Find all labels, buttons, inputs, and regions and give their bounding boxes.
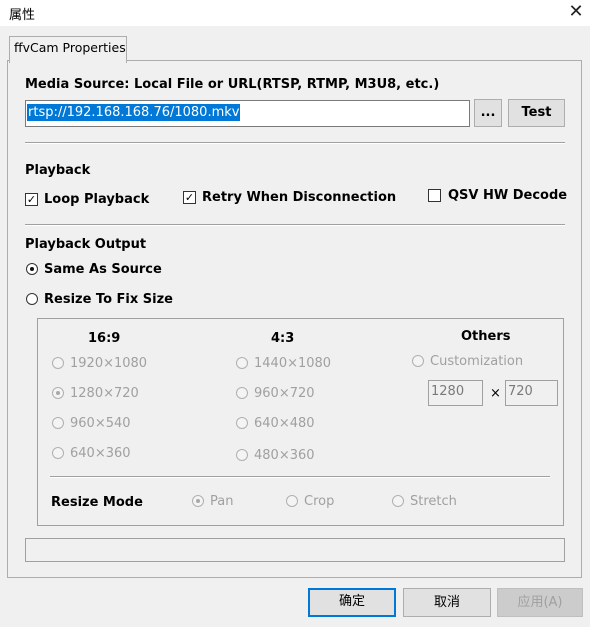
title-bar [0,0,590,26]
option-1440x1080: 1440×1080 [254,356,332,371]
separator [50,476,550,478]
option-1920x1080: 1920×1080 [70,356,148,371]
tab-label: ffvCam Properties [14,40,126,55]
close-icon[interactable]: ✕ [566,1,586,23]
option-640x480: 640×480 [254,416,315,431]
cancel-button[interactable]: 取消 [403,588,491,617]
custom-height-input[interactable]: 720 [505,380,558,406]
mode-crop-label: Crop [304,494,335,509]
window-title: 属性 [9,8,36,23]
separator [25,224,565,226]
radio-1280x720[interactable] [52,387,64,399]
radio-stretch[interactable] [392,495,404,507]
retry-checkbox[interactable]: ✓ [183,191,196,204]
url-input-value: rtsp://192.168.168.76/1080.mkv [27,104,241,121]
times-sign: × [490,386,501,401]
col-others-heading: Others [461,329,511,344]
same-as-source-label: Same As Source [44,262,162,277]
browse-button[interactable]: ... [474,99,502,127]
resize-mode-label: Resize Mode [51,495,143,510]
mode-stretch-label: Stretch [410,494,457,509]
same-as-source-radio[interactable] [26,263,38,275]
option-960x540: 960×540 [70,416,131,431]
apply-button[interactable]: 应用(A) [497,588,583,617]
radio-480x360[interactable] [236,449,248,461]
status-box [25,538,565,562]
option-1280x720: 1280×720 [70,386,139,401]
option-960x720: 960×720 [254,386,315,401]
radio-960x720[interactable] [236,387,248,399]
radio-pan[interactable] [192,495,204,507]
ok-button[interactable]: 确定 [308,588,396,617]
custom-width-input[interactable]: 1280 [428,380,483,406]
mode-pan-label: Pan [210,494,234,509]
playback-output-heading: Playback Output [25,237,147,252]
radio-640x360[interactable] [52,447,64,459]
radio-crop[interactable] [286,495,298,507]
separator [25,142,565,144]
option-480x360: 480×360 [254,448,315,463]
col-4-3-heading: 4:3 [271,331,295,346]
loop-playback-label: Loop Playback [44,192,150,207]
radio-1920x1080[interactable] [52,357,64,369]
resize-fix-size-label: Resize To Fix Size [44,292,173,307]
radio-640x480[interactable] [236,417,248,429]
resize-fix-size-radio[interactable] [26,293,38,305]
radio-1440x1080[interactable] [236,357,248,369]
loop-playback-checkbox[interactable]: ✓ [25,193,38,206]
test-button[interactable]: Test [508,99,565,127]
qsv-checkbox[interactable] [428,189,441,202]
playback-heading: Playback [25,163,91,178]
radio-960x540[interactable] [52,417,64,429]
col-16-9-heading: 16:9 [88,331,121,346]
option-640x360: 640×360 [70,446,131,461]
radio-customization[interactable] [412,355,424,367]
media-source-label: Media Source: Local File or URL(RTSP, RT… [25,77,440,92]
customization-label: Customization [430,354,524,369]
retry-label: Retry When Disconnection [202,190,397,205]
qsv-label: QSV HW Decode [448,188,568,203]
